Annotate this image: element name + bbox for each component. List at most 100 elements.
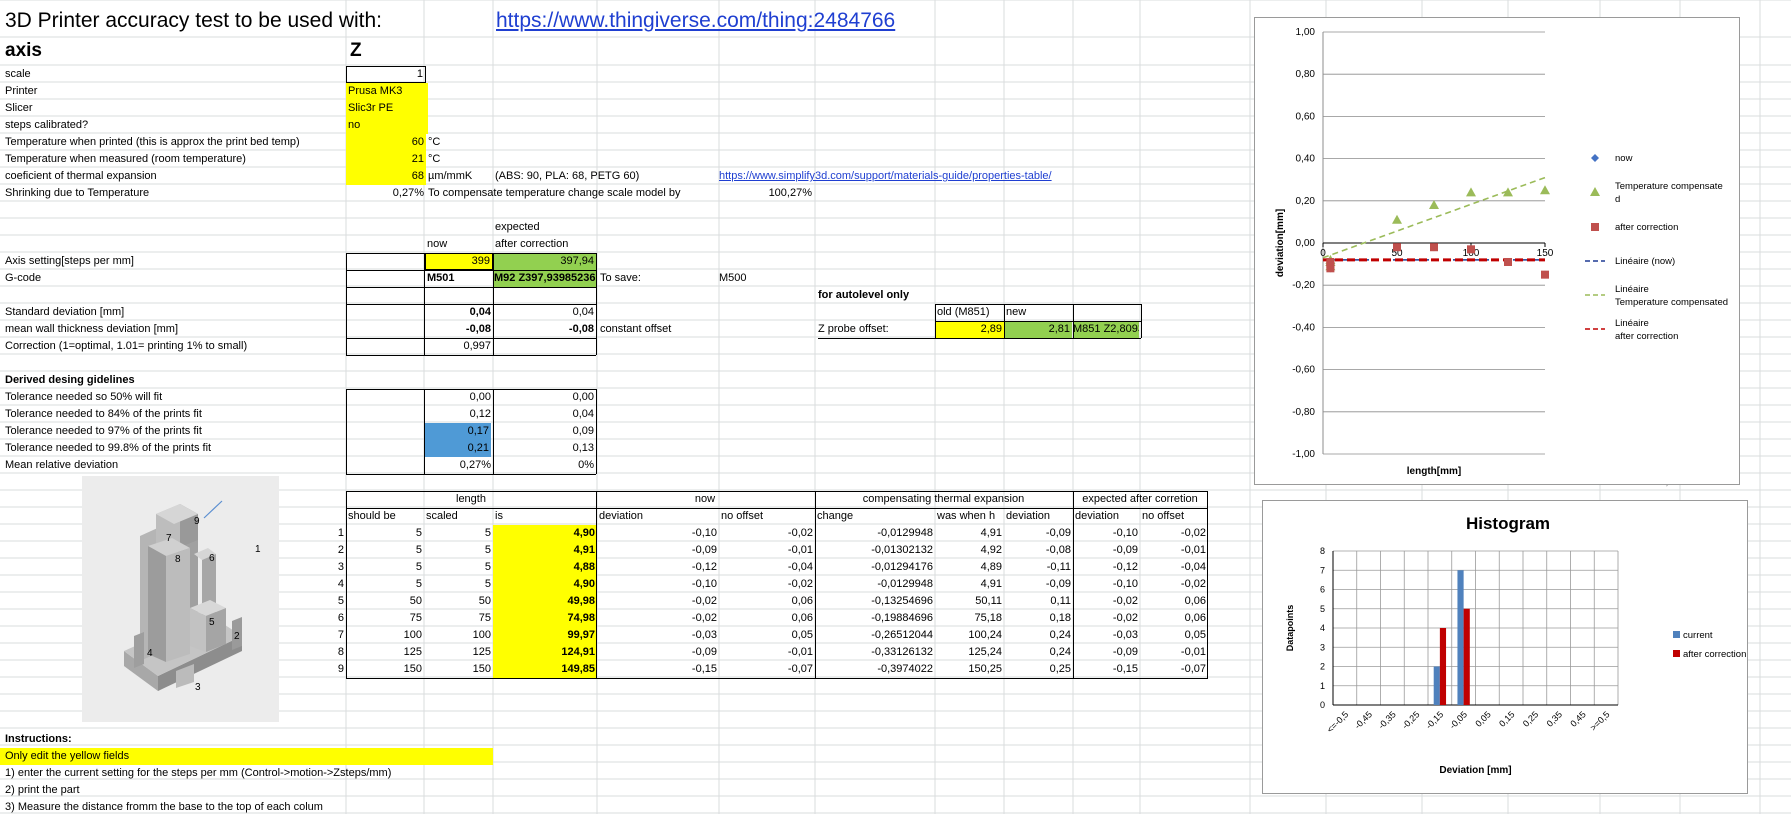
table-cell: 5: [484, 578, 491, 590]
model-label: 5: [209, 617, 215, 628]
legend-marker: [1673, 650, 1680, 657]
y-tick-label: 6: [1320, 585, 1325, 595]
table-cell: 4,92: [980, 544, 1002, 556]
y-tick-label: 1,00: [1296, 27, 1316, 38]
x-tick-label: -0,15: [1424, 709, 1446, 731]
slicer-input[interactable]: Slic3r PE: [346, 100, 428, 117]
y-tick-label: 2: [1320, 662, 1325, 672]
measured-value-input: 4,88: [493, 559, 597, 576]
table-cell: -0,07: [1180, 663, 1206, 675]
table-cell: 5: [415, 561, 422, 573]
table-cell: -0,01302132: [871, 544, 933, 556]
scale-input[interactable]: 1: [346, 66, 426, 83]
column-header: is: [495, 510, 503, 522]
guidelines-title: Derived desing gidelines: [5, 374, 135, 386]
table-cell: -0,02: [787, 527, 813, 539]
guideline-label: Tolerance needed so 50% will fit: [5, 391, 163, 403]
table-border: [346, 270, 596, 271]
column-header: deviation: [1006, 510, 1051, 522]
column-header: should be: [348, 510, 396, 522]
room-temp-unit: °C: [428, 153, 441, 165]
correction-now: 0,997: [463, 340, 491, 352]
model-label: 2: [234, 631, 240, 642]
param-label-steps-calibrated: steps calibrated?: [5, 119, 89, 131]
guideline-now: 0,21: [425, 440, 491, 457]
table-cell: 50,11: [975, 595, 1002, 607]
x-tick-label: 0,25: [1521, 709, 1540, 728]
materials-guide-link[interactable]: https://www.simplify3d.com/support/mater…: [719, 168, 1052, 185]
printer-input[interactable]: Prusa MK3: [346, 83, 428, 100]
table-border: [346, 474, 596, 475]
probe-offset-new: 2,81: [1004, 321, 1072, 338]
guideline-after: 0,13: [572, 442, 594, 454]
instructions-title: Instructions:: [5, 733, 72, 745]
guideline-now: 0,17: [425, 423, 491, 440]
column-header: deviation: [599, 510, 644, 522]
table-border: [596, 491, 597, 678]
legend-label: after correction: [1615, 222, 1678, 233]
axis-value: Z: [350, 40, 362, 61]
gcode-after: M92 Z397,93985236: [494, 270, 596, 287]
guideline-after: 0,00: [572, 391, 594, 403]
table-cell: -0,10: [1112, 578, 1138, 590]
group-header-compensating: compensating thermal expansion: [862, 493, 1025, 505]
histogram-chart[interactable]: Histogram 0 1 2 3 4 5 6 7 8 <=-0,5 -0,45 -0,35 -0,25-…: [1262, 500, 1748, 794]
table-cell: -0,02: [691, 595, 717, 607]
histogram-bar: [1457, 570, 1464, 705]
guideline-now: 0,27%: [459, 459, 491, 471]
table-cell: -0,02: [1180, 527, 1206, 539]
table-border: [346, 338, 596, 339]
guideline-now: 0,12: [469, 408, 491, 420]
table-cell: -0,02: [691, 612, 717, 624]
table-border: [424, 389, 425, 474]
y-tick-label: 1: [1320, 681, 1325, 691]
std-after: 0,04: [572, 306, 594, 318]
table-cell: -0,15: [1112, 663, 1138, 675]
shrinking-value: 0,27%: [392, 187, 424, 199]
x-axis-title: length[mm]: [1407, 466, 1461, 477]
table-cell: 125,24: [968, 646, 1002, 658]
histogram-plot-area: Histogram012345678<=-0,5 -0,45 -0,35 -0,25-…: [1285, 514, 1746, 776]
std-now: 0,04: [469, 306, 491, 318]
room-temp-input[interactable]: 21: [346, 151, 426, 168]
table-cell: 0,06: [791, 612, 813, 624]
deviation-scatter-chart[interactable]: 1,00 0,80 0,60 0,40 0,20 0,00 -0,20 -0,40 -0,60 -…: [1254, 17, 1740, 485]
table-border: [493, 253, 494, 355]
instruction-line: 1) enter the current setting for the ste…: [5, 767, 392, 779]
table-cell: 50: [409, 595, 422, 607]
data-point: [1466, 187, 1476, 197]
table-cell: 0,06: [791, 595, 813, 607]
table-cell: 100: [403, 629, 422, 641]
print-temp-input[interactable]: 60: [346, 134, 426, 151]
param-label-printer: Printer: [5, 85, 38, 97]
table-border: [935, 304, 1141, 305]
row-index: 4: [337, 578, 344, 590]
table-cell: -0,09: [1045, 578, 1071, 590]
probe-offset-old-input[interactable]: 2,89: [935, 321, 1004, 338]
table-cell: 0,18: [1049, 612, 1071, 624]
table-cell: 0,06: [1184, 595, 1206, 607]
table-cell: -0,01: [787, 544, 813, 556]
steps-calibrated-input[interactable]: no: [346, 117, 428, 134]
thingiverse-link[interactable]: https://www.thingiverse.com/thing:248476…: [496, 8, 895, 34]
model-label: 3: [195, 682, 201, 693]
table-cell: 75,18: [974, 612, 1002, 624]
table-cell: 5: [415, 544, 422, 556]
row-index: 9: [337, 663, 344, 675]
legend-marker: [1590, 187, 1600, 196]
table-cell: 0,05: [791, 629, 813, 641]
y-tick-label: -1,00: [1292, 449, 1315, 460]
table-cell: -0,15: [691, 663, 717, 675]
axis-label: axis: [5, 40, 42, 61]
arrow-icon: [203, 500, 223, 519]
axis-setting-now-input[interactable]: 399: [425, 253, 493, 270]
to-save-label: To save:: [600, 272, 641, 284]
table-cell: -0,01: [787, 646, 813, 658]
legend-label: Temperature compensate: [1615, 181, 1723, 192]
thermal-coef-input[interactable]: 68: [346, 168, 426, 185]
table-cell: 100: [472, 629, 491, 641]
guideline-label: Mean relative deviation: [5, 459, 119, 471]
table-border: [818, 338, 1141, 339]
legend-label: Linéaire: [1615, 318, 1649, 329]
table-border: [346, 253, 347, 355]
